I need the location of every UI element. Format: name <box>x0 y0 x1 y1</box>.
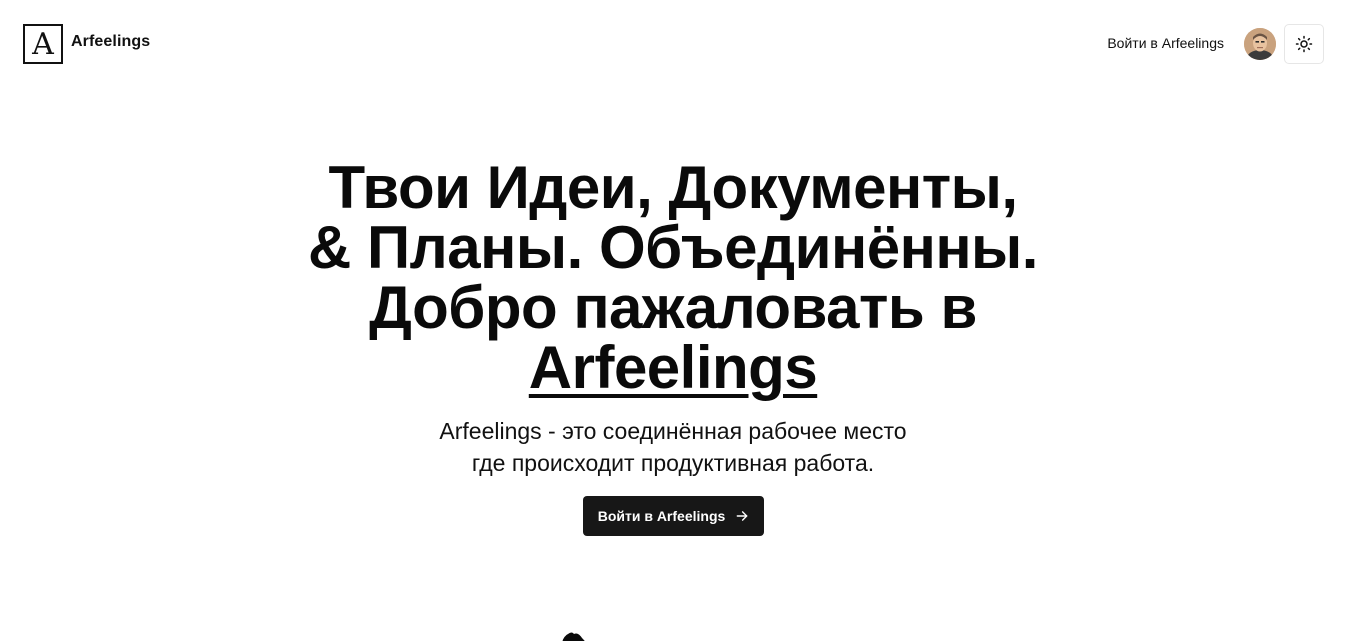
hero-title-line: & Планы. Объединённы. <box>308 214 1038 281</box>
illustration-fragment <box>562 632 585 641</box>
arrow-right-icon <box>735 509 749 523</box>
logo-letter: A <box>32 27 54 62</box>
hero-subtitle-line: Arfeelings - это соединённая рабочее мес… <box>439 418 907 444</box>
brand-name[interactable]: Arfeelings <box>71 33 150 51</box>
hero-title-brand: Arfeelings <box>528 334 818 401</box>
sun-icon <box>1295 35 1313 53</box>
hero-title: Твои Идеи, Документы, & Планы. Объединён… <box>0 158 1346 398</box>
hero-subtitle-line: где происходит продуктивная работа. <box>471 450 875 476</box>
login-link[interactable]: Войти в Arfeelings <box>1107 35 1224 51</box>
hero-section: Твои Идеи, Документы, & Планы. Объединён… <box>0 158 1346 479</box>
hero-title-brand-line: Arfeelings <box>0 338 1346 398</box>
top-navigation: A Arfeelings Войти в Arfeelings <box>0 0 1346 88</box>
hero-subtitle: Arfeelings - это соединённая рабочее мес… <box>0 415 1346 479</box>
cta-login-button[interactable]: Войти в Arfeelings <box>583 496 764 536</box>
avatar-image <box>1244 28 1276 60</box>
hero-title-line: Твои Идеи, Документы, <box>328 154 1019 221</box>
theme-toggle-button[interactable] <box>1284 24 1324 64</box>
hero-title-line: Добро пажаловать в <box>369 274 977 341</box>
avatar[interactable] <box>1244 28 1276 60</box>
logo[interactable]: A <box>23 24 63 64</box>
cta-label: Войти в Arfeelings <box>597 508 726 524</box>
